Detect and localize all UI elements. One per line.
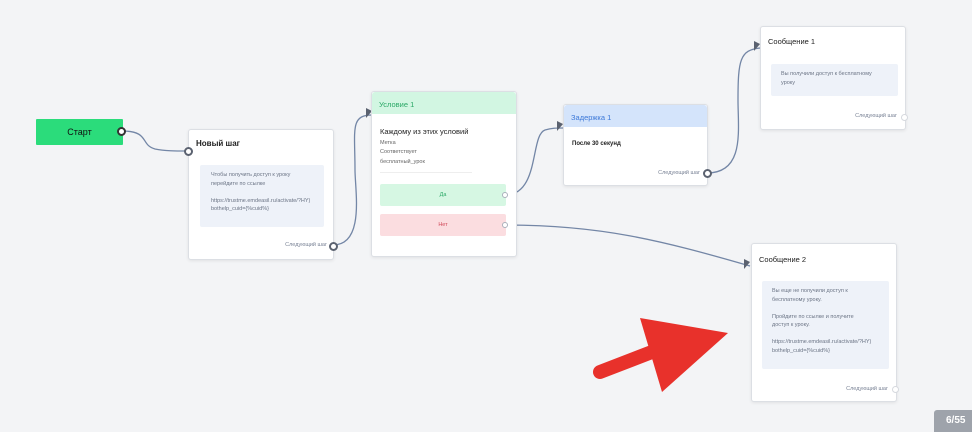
- step-input-port[interactable]: [184, 147, 193, 156]
- message2-node[interactable]: Сообщение 2 Вы еще не получили доступ к …: [751, 243, 899, 402]
- flow-canvas[interactable]: Старт Новый шаг Чтобы получить доступ к …: [0, 0, 972, 432]
- condition-no-branch[interactable]: Нет: [380, 214, 506, 236]
- condition-title: Каждому из этих условий: [380, 127, 469, 136]
- start-node[interactable]: Старт: [36, 119, 126, 145]
- start-label: Старт: [67, 127, 92, 137]
- step-message-box: Чтобы получить доступ к уроку перейдите …: [200, 165, 324, 227]
- edge-start-to-step: [121, 130, 189, 152]
- condition-no-port[interactable]: [502, 222, 508, 228]
- start-output-port[interactable]: [117, 127, 126, 136]
- page-counter: 6/55: [934, 410, 972, 432]
- delay-next-label: Следующий шаг: [658, 170, 700, 176]
- message2-box: Вы еще не получили доступ к бесплатному …: [762, 281, 889, 369]
- edge-step-to-condition: [332, 114, 373, 246]
- delay-output-port[interactable]: [703, 169, 712, 178]
- edge-arrowhead-message2: [744, 259, 750, 269]
- condition-rule-operator: Соответствует: [380, 149, 417, 156]
- message1-node[interactable]: Сообщение 1 Вы получили доступ к бесплат…: [760, 26, 908, 130]
- message1-output-port[interactable]: [901, 114, 908, 121]
- condition-yes-port[interactable]: [502, 192, 508, 198]
- step-title: Новый шаг: [196, 139, 241, 148]
- condition-header: Условие 1: [372, 92, 516, 114]
- delay-node[interactable]: Задержка 1 После 30 секунд Следующий шаг: [563, 104, 712, 186]
- condition-rule: Метка Соответствует бесплатный_урок: [380, 139, 425, 167]
- edge-delay-to-message1: [706, 47, 761, 174]
- condition-yes-branch[interactable]: Да: [380, 184, 506, 206]
- delay-text: После 30 секунд: [572, 141, 621, 147]
- message2-title: Сообщение 2: [759, 255, 807, 264]
- step-node-new[interactable]: Новый шаг Чтобы получить доступ к уроку …: [184, 129, 338, 260]
- message1-box: Вы получили доступ к бесплатному уроку: [771, 64, 898, 96]
- condition-rule-field: Метка: [380, 140, 396, 146]
- edge-no-to-message2: [504, 224, 751, 267]
- message1-title: Сообщение 1: [768, 37, 816, 46]
- delay-header: Задержка 1: [564, 105, 707, 127]
- condition-rule-value: бесплатный_урок: [380, 158, 425, 165]
- step-output-port[interactable]: [329, 242, 338, 251]
- message2-output-port[interactable]: [892, 386, 899, 393]
- message2-next-label: Следующий шаг: [846, 386, 888, 392]
- condition-node[interactable]: Условие 1 Каждому из этих условий Метка …: [371, 91, 517, 257]
- message1-next-label: Следующий шаг: [855, 113, 897, 119]
- red-arrow-pointer: [593, 318, 728, 392]
- condition-divider: [380, 172, 472, 173]
- step-next-label: Следующий шаг: [285, 242, 327, 248]
